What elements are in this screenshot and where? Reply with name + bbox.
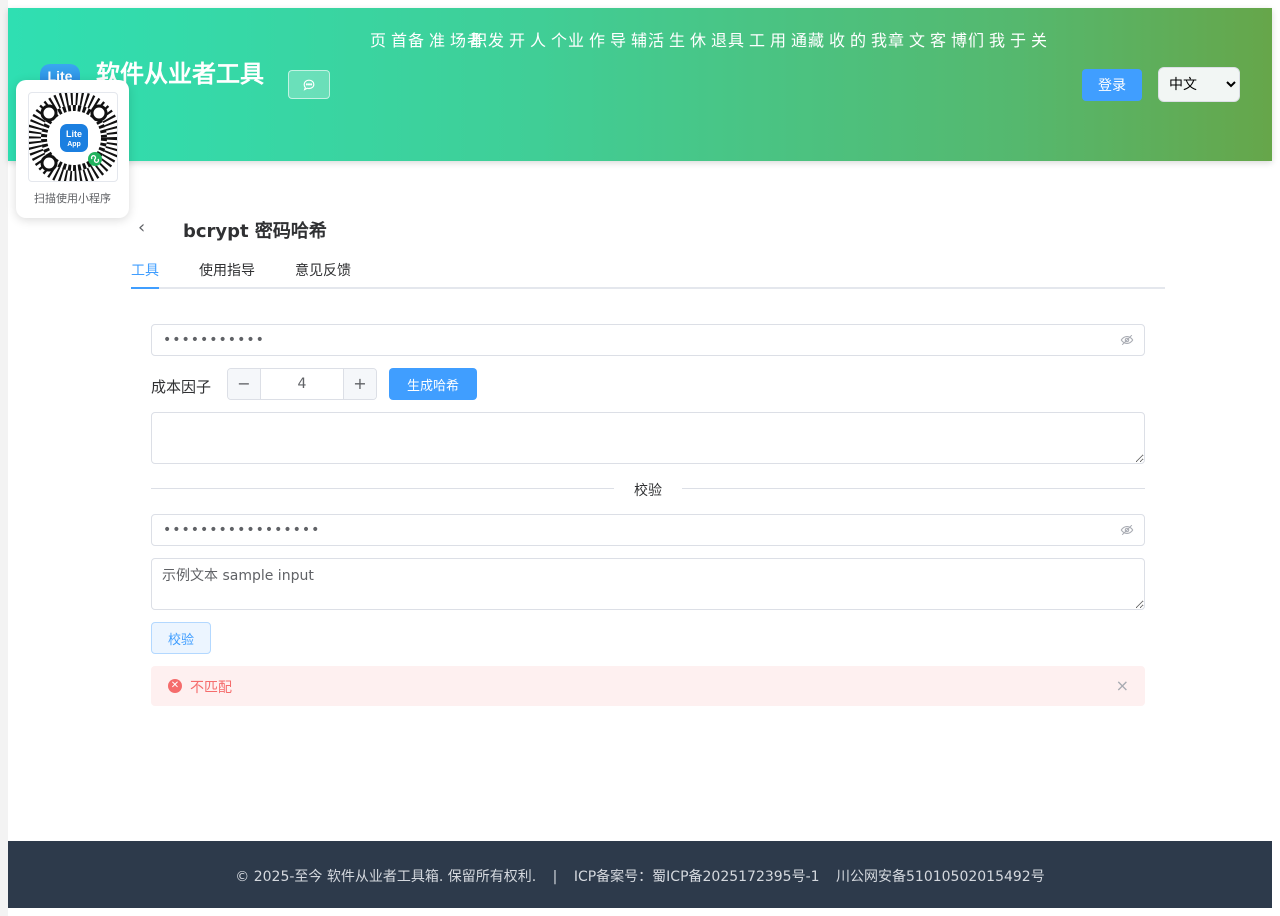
nav-item-retirement[interactable]: 退休生活 bbox=[645, 32, 728, 48]
qr-logo-line2: App bbox=[67, 141, 81, 148]
verify-password-input[interactable] bbox=[152, 515, 1092, 545]
nav-item-favorites[interactable]: 我的收藏 bbox=[805, 32, 888, 48]
login-button[interactable]: 登录 bbox=[1082, 69, 1142, 101]
password-field bbox=[151, 324, 1145, 356]
eye-hidden-icon[interactable] bbox=[1120, 333, 1134, 347]
verify-button[interactable]: 校验 bbox=[151, 622, 211, 654]
close-icon[interactable]: × bbox=[1116, 676, 1129, 695]
error-circle-icon: ✕ bbox=[168, 679, 182, 693]
police-record-link[interactable]: 川公网安备51010502015492号 bbox=[836, 869, 1045, 885]
qr-code-image: Lite App bbox=[28, 92, 118, 182]
verify-password-field bbox=[151, 514, 1145, 546]
cost-factor-label: 成本因子 bbox=[151, 378, 212, 396]
page: Lite 软件从业者工具 首页 职场准备 个人开发者 辅导作业 退休生活 通用工… bbox=[8, 8, 1272, 908]
nav-item-blog[interactable]: 博客文章 bbox=[885, 32, 968, 48]
site-header: Lite 软件从业者工具 首页 职场准备 个人开发者 辅导作业 退休生活 通用工… bbox=[8, 8, 1272, 161]
nav-item-about[interactable]: 关于我们 bbox=[965, 32, 1048, 48]
nav-item-home[interactable]: 首页 bbox=[367, 32, 408, 48]
generate-hash-button[interactable]: 生成哈希 bbox=[389, 368, 477, 400]
footer-separator: | bbox=[552, 869, 558, 885]
tab-guide[interactable]: 使用指导 bbox=[199, 260, 255, 289]
eye-hidden-icon[interactable] bbox=[1120, 523, 1134, 537]
language-select[interactable]: 中文 bbox=[1158, 67, 1240, 102]
nav-item-general-tools[interactable]: 通用工具 bbox=[725, 32, 808, 48]
tab-bar: 工具 使用指导 意见反馈 bbox=[131, 258, 1165, 289]
chat-button[interactable] bbox=[288, 70, 330, 99]
chat-bubble-icon bbox=[303, 79, 315, 91]
qr-logo-line1: Lite bbox=[66, 129, 82, 139]
site-footer: © 2025-至今 软件从业者工具箱. 保留所有权利. | ICP备案号：蜀IC… bbox=[8, 841, 1272, 908]
cost-factor-stepper: − 4 + bbox=[227, 368, 377, 400]
icp-link[interactable]: ICP备案号：蜀ICP备2025172395号-1 bbox=[574, 869, 820, 885]
nav-item-indie-dev[interactable]: 个人开发者 bbox=[464, 32, 568, 48]
back-chevron-icon[interactable]: ‹ bbox=[138, 218, 154, 238]
decrement-button[interactable]: − bbox=[228, 369, 261, 399]
verify-hash-textarea[interactable]: 示例文本 sample input bbox=[151, 558, 1145, 610]
verify-divider-label: 校验 bbox=[614, 480, 682, 500]
qr-caption: 扫描使用小程序 bbox=[34, 192, 111, 205]
tool-card: 成本因子 − 4 + 生成哈希 校验 示例文本 sample input 校验 … bbox=[131, 304, 1165, 724]
alert-message: 不匹配 bbox=[190, 680, 232, 696]
password-input[interactable] bbox=[152, 325, 1092, 355]
page-gutter bbox=[0, 0, 8, 916]
tab-tool[interactable]: 工具 bbox=[131, 260, 159, 289]
footer-text: © 2025-至今 软件从业者工具箱. 保留所有权利. | ICP备案号：蜀IC… bbox=[8, 866, 1272, 886]
mini-program-qr-card: Lite App 扫描使用小程序 bbox=[16, 80, 129, 218]
mismatch-alert: ✕ 不匹配 × bbox=[151, 666, 1145, 706]
copyright-text: © 2025-至今 软件从业者工具箱. 保留所有权利. bbox=[235, 869, 537, 885]
qr-code-icon: Lite App bbox=[29, 93, 117, 181]
nav-item-homework[interactable]: 辅导作业 bbox=[565, 32, 648, 48]
page-title: bcrypt 密码哈希 bbox=[183, 221, 327, 242]
increment-button[interactable]: + bbox=[343, 369, 376, 399]
hash-output-textarea[interactable] bbox=[151, 412, 1145, 464]
cost-factor-value[interactable]: 4 bbox=[261, 369, 343, 399]
tab-feedback[interactable]: 意见反馈 bbox=[295, 260, 351, 289]
